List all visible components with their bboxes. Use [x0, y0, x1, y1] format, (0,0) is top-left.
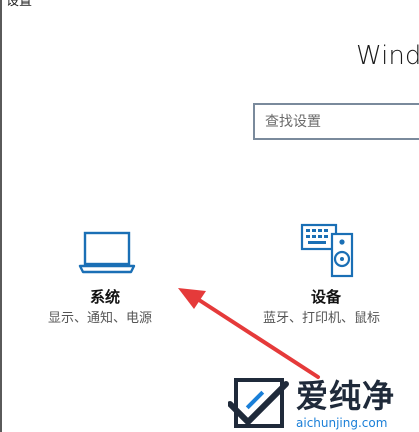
watermark-name: 爱纯净 — [296, 377, 396, 415]
watermark-logo: 爱纯净 aichunjing.com — [228, 372, 419, 432]
watermark-url: aichunjing.com — [296, 416, 388, 430]
logo-icon — [228, 378, 289, 428]
annotation-arrow — [178, 288, 320, 379]
